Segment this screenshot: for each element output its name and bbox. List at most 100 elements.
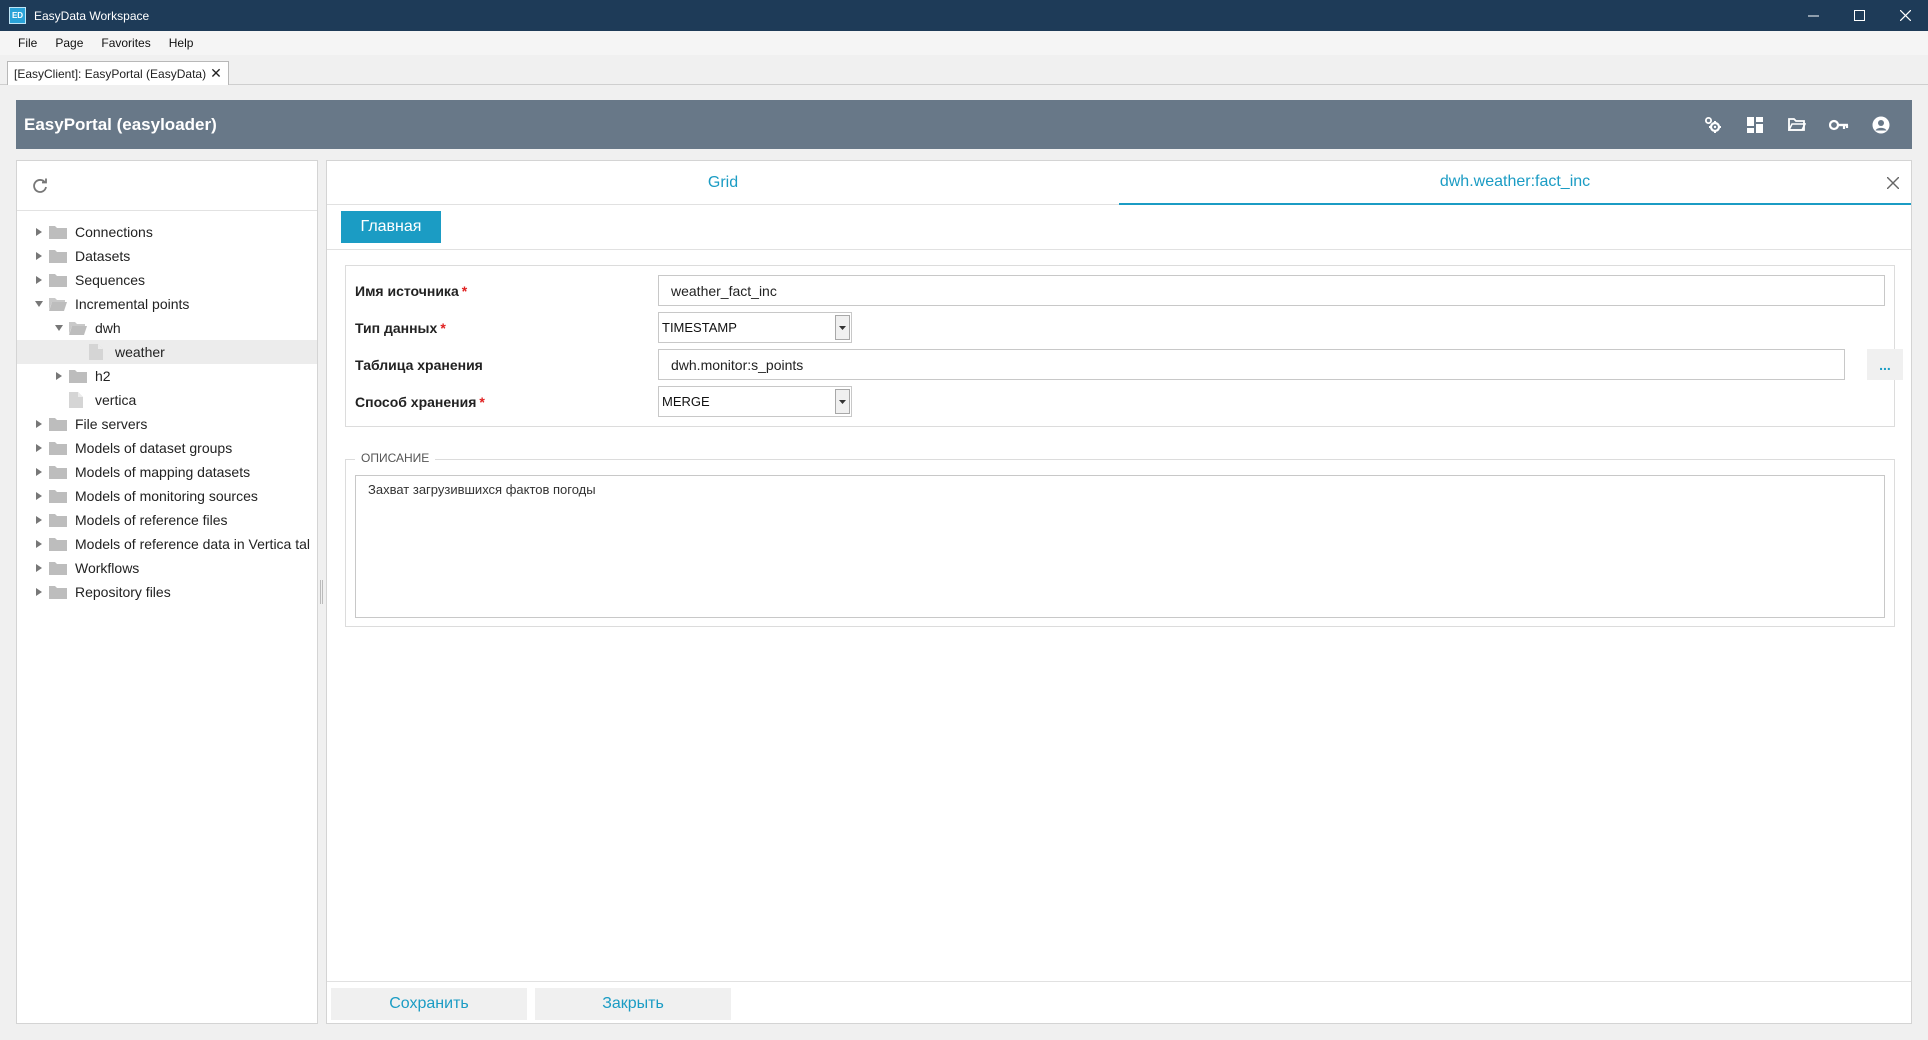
close-window-button[interactable] <box>1882 0 1928 31</box>
file-icon <box>69 392 83 408</box>
tree-toggle[interactable] <box>31 536 47 552</box>
tab-grid[interactable]: Grid <box>327 161 1119 205</box>
folder-icon <box>49 490 67 503</box>
splitter-grip[interactable] <box>320 580 323 604</box>
main-section-button[interactable]: Главная <box>341 211 441 243</box>
storage-method-select[interactable]: MERGE <box>658 386 852 417</box>
tree-item-icon <box>49 416 71 432</box>
settings-button[interactable] <box>1692 100 1734 149</box>
tree-toggle[interactable] <box>31 248 47 264</box>
tree-toggle[interactable] <box>31 464 47 480</box>
tree-toggle[interactable] <box>31 584 47 600</box>
tree-item-models-of-monitoring-sources[interactable]: Models of monitoring sources <box>17 484 317 508</box>
data-type-select[interactable]: TIMESTAMP <box>658 312 852 343</box>
tab-close-button[interactable] <box>1883 173 1903 193</box>
storage-method-value: MERGE <box>662 394 710 409</box>
save-button[interactable]: Сохранить <box>331 988 527 1020</box>
tree-item-label: File servers <box>75 416 148 432</box>
folder-icon <box>49 418 67 431</box>
key-button[interactable] <box>1818 100 1860 149</box>
tree-toggle[interactable] <box>51 368 67 384</box>
tree-toolbar <box>17 161 317 211</box>
tree-toggle[interactable] <box>31 512 47 528</box>
description-textarea[interactable]: Захват загрузившихся фактов погоды <box>355 475 1885 618</box>
tree-item-repository-files[interactable]: Repository files <box>17 580 317 604</box>
data-type-row: Тип данных * TIMESTAMP <box>346 312 1894 344</box>
panel-splitter[interactable] <box>318 160 326 1024</box>
refresh-icon[interactable] <box>31 177 49 195</box>
caret-right-icon <box>56 372 62 380</box>
document-tab-strip: [EasyClient]: EasyPortal (EasyData) ✕ <box>0 55 1928 85</box>
folder-icon <box>49 226 67 239</box>
tree-toggle[interactable] <box>31 416 47 432</box>
caret-right-icon <box>36 516 42 524</box>
tree-item-icon <box>69 392 91 408</box>
tree-item-models-of-reference-files[interactable]: Models of reference files <box>17 508 317 532</box>
menu-help[interactable]: Help <box>160 36 203 50</box>
tree-item-models-of-dataset-groups[interactable]: Models of dataset groups <box>17 436 317 460</box>
tree-item-datasets[interactable]: Datasets <box>17 244 317 268</box>
document-tab-close-icon[interactable]: ✕ <box>210 65 222 82</box>
dashboard-button[interactable] <box>1734 100 1776 149</box>
tree-toggle <box>71 344 87 360</box>
maximize-button[interactable] <box>1836 0 1882 31</box>
storage-table-row: Таблица хранения dwh.monitor:s_points ..… <box>346 349 1903 381</box>
source-name-row: Имя источника * weather_fact_inc <box>346 275 1894 307</box>
tree-toggle[interactable] <box>51 320 67 336</box>
tree-item-models-of-mapping-datasets[interactable]: Models of mapping datasets <box>17 460 317 484</box>
tree-item-icon <box>89 344 111 360</box>
content-panel: Grid dwh.weather:fact_inc Главная Имя ис… <box>326 160 1912 1024</box>
tab-fact-inc[interactable]: dwh.weather:fact_inc <box>1119 161 1911 205</box>
tree-toggle[interactable] <box>31 488 47 504</box>
dropdown-arrow-button[interactable] <box>835 389 850 414</box>
tree-toggle[interactable] <box>31 224 47 240</box>
navigation-tree-panel: Connections Datasets Sequences Incremental … <box>16 160 318 1024</box>
content-tabs-bar: Grid dwh.weather:fact_inc <box>327 161 1911 205</box>
tree-toggle[interactable] <box>31 560 47 576</box>
tree-item-workflows[interactable]: Workflows <box>17 556 317 580</box>
minimize-button[interactable] <box>1790 0 1836 31</box>
chevron-down-icon <box>839 399 846 404</box>
tree-item-label: Workflows <box>75 560 140 576</box>
tree-item-sequences[interactable]: Sequences <box>17 268 317 292</box>
tree-item-models-of-reference-data-in-vertica-tal[interactable]: Models of reference data in Vertica tal <box>17 532 317 556</box>
tree-toggle[interactable] <box>31 272 47 288</box>
caret-down-icon <box>55 325 63 331</box>
maximize-icon <box>1853 10 1865 21</box>
data-type-value: TIMESTAMP <box>662 320 737 335</box>
source-name-input[interactable]: weather_fact_inc <box>658 275 1885 306</box>
tree-item-dwh[interactable]: dwh <box>17 316 317 340</box>
close-icon <box>1899 10 1911 21</box>
storage-table-browse-button[interactable]: ... <box>1867 349 1903 380</box>
menu-file[interactable]: File <box>9 36 46 50</box>
portal-title: EasyPortal (easyloader) <box>24 114 217 134</box>
tree-item-label: Incremental points <box>75 296 190 312</box>
storage-table-input[interactable]: dwh.monitor:s_points <box>658 349 1845 380</box>
tree-toggle[interactable] <box>31 440 47 456</box>
close-icon <box>1887 177 1899 189</box>
caret-right-icon <box>36 228 42 236</box>
tree-item-icon <box>49 440 71 456</box>
document-tab[interactable]: [EasyClient]: EasyPortal (EasyData) ✕ <box>7 61 229 85</box>
tree-item-label: Models of reference files <box>75 512 228 528</box>
tree-item-label: Datasets <box>75 248 131 264</box>
account-button[interactable] <box>1860 100 1902 149</box>
tree-item-weather[interactable]: weather <box>17 340 317 364</box>
minimize-icon <box>1807 15 1819 17</box>
tree-item-connections[interactable]: Connections <box>17 220 317 244</box>
tree-item-incremental-points[interactable]: Incremental points <box>17 292 317 316</box>
menu-page[interactable]: Page <box>46 36 92 50</box>
tree-item-vertica[interactable]: vertica <box>17 388 317 412</box>
folder-icon <box>49 562 67 575</box>
tree-item-file-servers[interactable]: File servers <box>17 412 317 436</box>
close-button[interactable]: Закрыть <box>535 988 731 1020</box>
tree-item-icon <box>49 464 71 480</box>
open-folder-button[interactable] <box>1776 100 1818 149</box>
footer-bar: Сохранить Закрыть <box>327 981 1911 1023</box>
tree-item-label: Connections <box>75 224 153 240</box>
tree-toggle[interactable] <box>31 296 47 312</box>
dropdown-arrow-button[interactable] <box>835 315 850 340</box>
tree-item-h2[interactable]: h2 <box>17 364 317 388</box>
tree-item-label: Models of mapping datasets <box>75 464 251 480</box>
menu-favorites[interactable]: Favorites <box>92 36 159 50</box>
